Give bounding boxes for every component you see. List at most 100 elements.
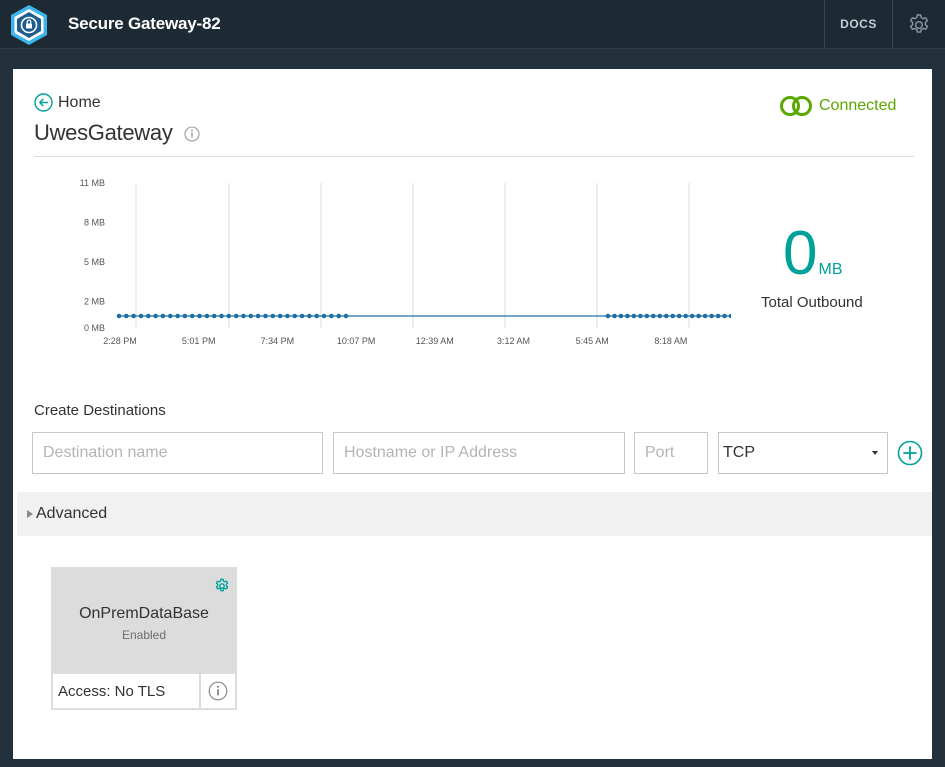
connected-rings-icon — [780, 96, 812, 116]
data-point — [211, 313, 217, 319]
total-outbound-label: Total Outbound — [761, 294, 863, 311]
y-tick-label: 2 MB — [84, 297, 105, 307]
connection-status: Connected — [779, 95, 896, 117]
destination-name-input[interactable] — [32, 432, 323, 474]
data-point — [728, 313, 731, 319]
data-point — [722, 313, 727, 319]
advanced-toggle[interactable]: Advanced — [17, 492, 932, 536]
data-point — [683, 313, 688, 319]
data-point — [631, 313, 637, 319]
x-tick-label: 12:39 AM — [416, 336, 454, 346]
gear-icon — [215, 578, 229, 592]
destination-access: Access: No TLS — [58, 683, 166, 700]
data-point — [270, 313, 276, 319]
data-point — [285, 313, 290, 319]
data-point — [189, 313, 195, 319]
x-tick-label: 2:28 PM — [103, 336, 137, 346]
app-title: Secure Gateway-82 — [68, 14, 221, 33]
data-point — [146, 313, 151, 319]
chevron-down-icon — [872, 451, 878, 455]
data-point — [612, 313, 617, 319]
total-outbound-number: 0 — [783, 219, 818, 288]
data-point — [226, 313, 232, 319]
destination-info-button[interactable] — [199, 674, 235, 708]
data-point — [168, 313, 173, 319]
data-point — [153, 313, 158, 319]
x-tick-label: 7:34 PM — [261, 336, 295, 346]
x-tick-label: 5:45 AM — [576, 336, 609, 346]
total-outbound-value: 0 MB — [783, 223, 842, 285]
data-point — [204, 313, 210, 319]
data-point — [689, 313, 695, 319]
info-icon — [184, 126, 200, 142]
data-point — [233, 313, 239, 319]
data-point — [182, 313, 188, 319]
hostname-input[interactable] — [333, 432, 625, 474]
data-point — [314, 313, 319, 319]
data-point — [702, 313, 708, 319]
data-point — [336, 313, 342, 319]
home-link[interactable]: Home — [34, 93, 101, 112]
header-divider — [34, 156, 914, 157]
gateway-info-button[interactable] — [184, 126, 200, 147]
data-point — [248, 313, 254, 319]
data-point — [625, 313, 630, 319]
destination-name: OnPremDataBase — [79, 605, 209, 622]
data-point — [321, 313, 327, 319]
gateway-details-panel: Home UwesGateway Connected 11 MB 8 MB 5 MB… — [13, 69, 932, 759]
data-point — [657, 313, 663, 319]
gateway-name: UwesGateway — [34, 120, 173, 145]
protocol-select[interactable]: TCP — [718, 432, 888, 474]
port-input[interactable] — [634, 432, 708, 474]
data-point — [263, 313, 268, 319]
y-tick-label: 0 MB — [84, 323, 105, 333]
data-point — [709, 313, 714, 319]
destination-settings-button[interactable] — [214, 578, 230, 599]
x-tick-label: 10:07 PM — [337, 336, 376, 346]
data-point — [670, 313, 675, 319]
plus-circle-icon — [897, 440, 923, 466]
destination-card[interactable]: OnPremDataBase Enabled Access: No TLS — [51, 567, 237, 710]
data-point — [696, 313, 701, 319]
protocol-select-value: TCP — [723, 444, 755, 461]
home-link-label: Home — [58, 93, 101, 111]
destination-card-footer: Access: No TLS — [53, 672, 235, 708]
expand-triangle-icon — [27, 510, 33, 518]
settings-button[interactable] — [892, 0, 945, 49]
y-tick-label: 8 MB — [84, 218, 105, 228]
docs-link[interactable]: DOCS — [824, 0, 892, 49]
data-point — [131, 313, 136, 319]
data-point — [664, 313, 669, 319]
data-point — [138, 313, 144, 319]
connection-status-label: Connected — [819, 97, 897, 114]
data-point — [197, 313, 202, 319]
gear-icon — [909, 13, 929, 33]
data-point — [255, 313, 261, 319]
outbound-traffic-chart: 11 MB 8 MB 5 MB 2 MB 0 MB 2:28 PM 5:01 PM 7:34 … — [80, 178, 731, 346]
advanced-label: Advanced — [36, 505, 108, 522]
secure-gateway-logo-icon[interactable] — [8, 4, 50, 46]
y-tick-label: 5 MB — [84, 257, 105, 267]
data-point — [651, 313, 656, 319]
data-point — [638, 313, 643, 319]
add-destination-button[interactable] — [897, 440, 923, 471]
info-icon — [208, 681, 228, 701]
top-bar: Secure Gateway-82 DOCS — [0, 0, 945, 49]
data-point — [160, 313, 166, 319]
data-point — [292, 313, 297, 319]
x-tick-label: 3:12 AM — [497, 336, 530, 346]
data-point — [299, 313, 305, 319]
data-point — [343, 313, 349, 319]
total-outbound-unit: MB — [818, 261, 843, 278]
data-point — [329, 313, 334, 319]
data-point — [277, 313, 283, 319]
data-point — [618, 313, 624, 319]
destination-state: Enabled — [121, 628, 167, 642]
create-destinations-heading: Create Destinations — [34, 402, 166, 419]
data-point — [676, 313, 682, 319]
data-point — [175, 313, 180, 319]
data-point — [241, 313, 246, 319]
y-tick-label: 11 MB — [80, 178, 105, 188]
data-point — [644, 313, 650, 319]
data-point — [605, 313, 611, 319]
